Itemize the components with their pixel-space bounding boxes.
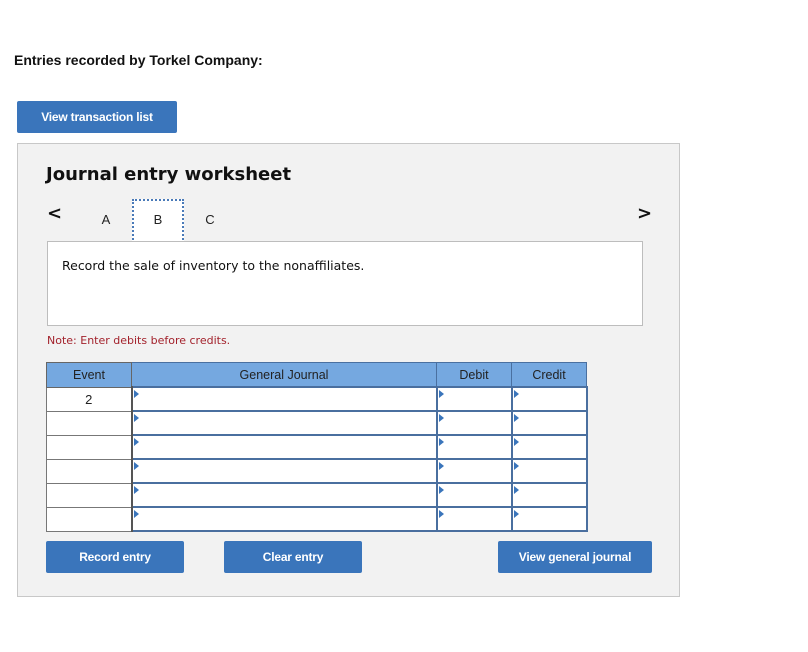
account-input[interactable] bbox=[132, 436, 436, 458]
account-cell bbox=[130, 386, 438, 412]
credit-cell bbox=[510, 386, 588, 412]
view-transaction-list-button[interactable]: View transaction list bbox=[17, 101, 177, 133]
credit-cell bbox=[510, 410, 588, 436]
account-cell bbox=[130, 458, 438, 484]
account-cell bbox=[130, 482, 438, 508]
credit-input[interactable] bbox=[512, 508, 586, 530]
prompt-text: Record the sale of inventory to the nona… bbox=[62, 258, 365, 273]
debit-input[interactable] bbox=[437, 508, 511, 530]
prompt-box: Record the sale of inventory to the nona… bbox=[47, 241, 643, 326]
header-general-journal: General Journal bbox=[131, 362, 437, 388]
account-input[interactable] bbox=[132, 508, 436, 530]
account-cell bbox=[130, 506, 438, 532]
debit-input[interactable] bbox=[437, 388, 511, 410]
chevron-right-icon[interactable]: > bbox=[637, 205, 652, 223]
event-cell bbox=[46, 482, 133, 508]
account-input[interactable] bbox=[132, 484, 436, 506]
account-cell bbox=[130, 434, 438, 460]
credit-cell bbox=[510, 482, 588, 508]
credit-input[interactable] bbox=[512, 484, 586, 506]
account-input[interactable] bbox=[132, 460, 436, 482]
event-cell bbox=[46, 434, 133, 460]
clear-entry-button[interactable]: Clear entry bbox=[224, 541, 362, 573]
account-input[interactable] bbox=[132, 388, 436, 410]
debit-cell bbox=[435, 434, 513, 460]
event-cell: 2 bbox=[46, 386, 133, 412]
tab-a[interactable]: A bbox=[80, 199, 132, 243]
debit-cell bbox=[435, 410, 513, 436]
chevron-left-icon[interactable]: < bbox=[47, 205, 62, 223]
credit-input[interactable] bbox=[512, 436, 586, 458]
table-row bbox=[46, 410, 588, 436]
debit-input[interactable] bbox=[437, 460, 511, 482]
table-row bbox=[46, 458, 588, 484]
worksheet-title: Journal entry worksheet bbox=[46, 164, 292, 185]
header-debit: Debit bbox=[436, 362, 512, 388]
debit-cell bbox=[435, 386, 513, 412]
tab-b[interactable]: B bbox=[132, 199, 184, 243]
event-cell bbox=[46, 458, 133, 484]
credit-cell bbox=[510, 458, 588, 484]
note-text: Note: Enter debits before credits. bbox=[47, 334, 231, 347]
debit-cell bbox=[435, 506, 513, 532]
credit-cell bbox=[510, 506, 588, 532]
debit-cell bbox=[435, 482, 513, 508]
credit-input[interactable] bbox=[512, 460, 586, 482]
header-event: Event bbox=[46, 362, 132, 388]
credit-input[interactable] bbox=[512, 388, 586, 410]
event-cell bbox=[46, 410, 133, 436]
page-title: Entries recorded by Torkel Company: bbox=[14, 52, 263, 68]
credit-cell bbox=[510, 434, 588, 460]
account-input[interactable] bbox=[132, 412, 436, 434]
table-row bbox=[46, 506, 588, 532]
view-general-journal-button[interactable]: View general journal bbox=[498, 541, 652, 573]
journal-table: Event General Journal Debit Credit 2 bbox=[46, 362, 588, 532]
account-cell bbox=[130, 410, 438, 436]
debit-input[interactable] bbox=[437, 484, 511, 506]
table-row bbox=[46, 434, 588, 460]
event-cell bbox=[46, 506, 133, 532]
debit-input[interactable] bbox=[437, 412, 511, 434]
table-row bbox=[46, 482, 588, 508]
credit-input[interactable] bbox=[512, 412, 586, 434]
debit-cell bbox=[435, 458, 513, 484]
table-header-row: Event General Journal Debit Credit bbox=[46, 362, 587, 388]
debit-input[interactable] bbox=[437, 436, 511, 458]
header-credit: Credit bbox=[511, 362, 587, 388]
tab-c[interactable]: C bbox=[184, 199, 236, 243]
record-entry-button[interactable]: Record entry bbox=[46, 541, 184, 573]
journal-entry-worksheet-panel: Journal entry worksheet < A B C > Record… bbox=[17, 143, 680, 597]
table-row: 2 bbox=[46, 386, 588, 412]
